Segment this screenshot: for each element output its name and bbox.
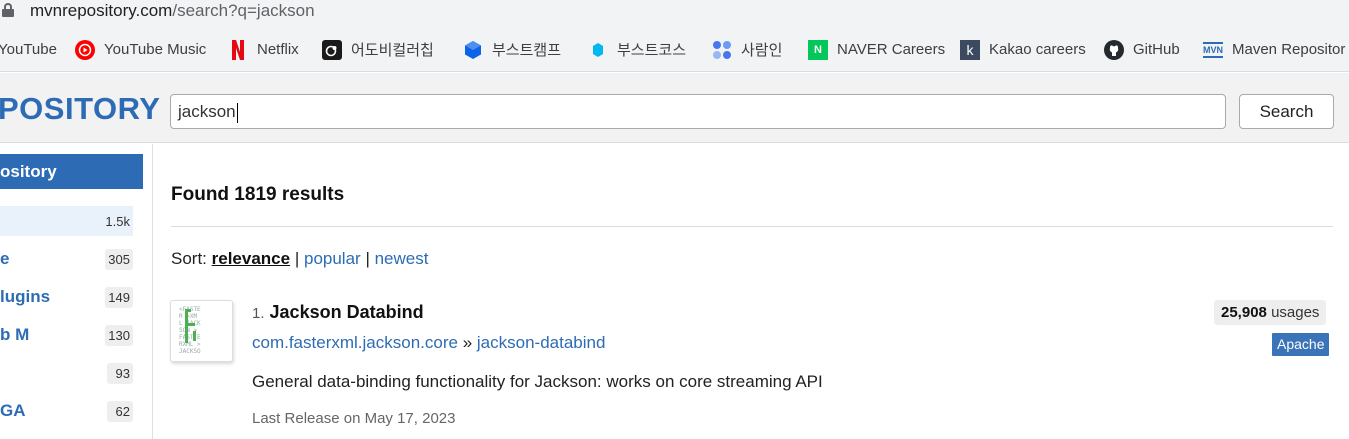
bookmark-label: 사람인	[741, 42, 783, 59]
lock-icon[interactable]	[2, 3, 14, 17]
naver-icon: N	[808, 39, 828, 60]
bookmark-naver-careers[interactable]: N NAVER Careers	[808, 27, 945, 72]
sort-label: Sort:	[171, 249, 207, 268]
sidebar-item-count: 130	[105, 325, 133, 346]
artifact-id-link[interactable]: jackson-databind	[477, 333, 606, 352]
url-text[interactable]: mvnrepository.com/search?q=jackson	[30, 0, 315, 22]
bookmark-label: GitHub	[1133, 41, 1180, 58]
sidebar-item[interactable]: GA 62	[0, 396, 133, 426]
bookmark-boostcamp[interactable]: 부스트캠프	[463, 27, 561, 72]
bookmark-label: YouTube Music	[104, 41, 207, 58]
bookmark-label: NAVER Careers	[837, 41, 946, 58]
netflix-icon	[228, 39, 248, 60]
group-id-link[interactable]: com.fasterxml.jackson.core	[252, 333, 458, 352]
kakao-icon: k	[960, 39, 980, 60]
svg-text:RXML >: RXML >	[179, 341, 201, 348]
boostcamp-icon	[463, 40, 483, 60]
coordinates-separator: »	[462, 333, 473, 352]
bookmark-boostcourse[interactable]: 부스트코스	[588, 27, 686, 72]
divider	[171, 226, 1333, 227]
sidebar-item-label: GA	[0, 401, 26, 420]
site-logo[interactable]: POSITORY	[0, 91, 160, 127]
bookmark-maven-repository[interactable]: MVN Maven Repositor	[1203, 27, 1345, 72]
sidebar-item-label: b M	[0, 325, 30, 344]
bookmark-label: Maven Repositor	[1232, 41, 1346, 58]
sidebar-item[interactable]: lugins 149	[0, 282, 133, 312]
result-title: 1. Jackson Databind	[252, 302, 424, 323]
search-input-value: jackson	[178, 102, 236, 121]
sidebar-heading[interactable]: ository	[0, 154, 143, 189]
usages-badge[interactable]: 25,908 usages	[1214, 300, 1327, 325]
search-button[interactable]: Search	[1239, 94, 1334, 129]
url-path: /search?q=jackson	[172, 1, 315, 20]
svg-text:FAST E: FAST E	[179, 334, 201, 341]
artifact-logo[interactable]: <FASTE R >XM L JACK SON > FAST E RXML > …	[170, 300, 233, 362]
bookmark-youtube[interactable]: YouTube	[0, 27, 57, 72]
result-description: General data-binding functionality for J…	[252, 372, 823, 391]
bookmark-label: 어도비컬러칩	[351, 42, 434, 59]
sort-relevance-link[interactable]: relevance	[212, 249, 290, 268]
mvn-icon: MVN	[1203, 41, 1223, 58]
sort-separator: |	[294, 249, 300, 268]
bookmark-label: Kakao careers	[989, 41, 1086, 58]
saramin-icon	[712, 40, 732, 60]
sidebar-item-count: 62	[107, 401, 133, 422]
sidebar-item-count: 93	[107, 363, 133, 384]
bookmark-saramin[interactable]: 사람인	[712, 27, 782, 72]
adobe-color-icon	[322, 39, 342, 60]
address-bar[interactable]: mvnrepository.com/search?q=jackson	[0, 0, 1349, 27]
result-release-date: Last Release on May 17, 2023	[252, 410, 456, 427]
url-host: mvnrepository.com	[30, 1, 173, 20]
bookmarks-bar: YouTube YouTube Music Netflix 어도비컬러칩 부스트…	[0, 27, 1349, 72]
bookmark-label: YouTube	[0, 41, 57, 58]
sidebar-item-label: lugins	[0, 287, 51, 306]
sort-newest-link[interactable]: newest	[375, 249, 429, 268]
sidebar-item-count: 149	[105, 287, 133, 308]
usages-count: 25,908	[1221, 304, 1267, 321]
sidebar-item-label: e	[0, 249, 10, 268]
result-coordinates: com.fasterxml.jackson.core » jackson-dat…	[252, 333, 605, 353]
sidebar-item[interactable]: b M 130	[0, 320, 133, 350]
sort-separator: |	[365, 249, 370, 268]
bookmark-label: 부스트코스	[617, 42, 687, 59]
sidebar: ository 1.5k e 305 lugins 149 b M 130 93…	[0, 144, 153, 439]
jackson-logo-icon: <FASTE R >XM L JACK SON > FAST E RXML > …	[179, 306, 201, 355]
result-name-link[interactable]: Jackson Databind	[270, 302, 424, 322]
result-index: 1.	[252, 305, 265, 322]
boostcourse-icon	[588, 40, 608, 60]
sidebar-item[interactable]: 1.5k	[0, 206, 133, 236]
bookmark-github[interactable]: GitHub	[1104, 27, 1180, 72]
results-count: Found 1819 results	[171, 184, 345, 205]
sidebar-item-count: 1.5k	[105, 214, 130, 229]
bookmark-label: Netflix	[257, 41, 299, 58]
search-input[interactable]: jackson	[170, 94, 1226, 129]
bookmark-adobe-color[interactable]: 어도비컬러칩	[322, 27, 434, 72]
site-header: POSITORY jackson Search	[0, 73, 1349, 143]
sort-popular-link[interactable]: popular	[304, 249, 361, 268]
svg-text:R >XM: R >XM	[179, 313, 197, 320]
license-badge: Apache	[1272, 333, 1330, 356]
text-caret	[236, 102, 238, 123]
sort-bar: Sort: relevance | popular | newest	[171, 249, 428, 269]
youtube-music-icon	[75, 39, 95, 60]
bookmark-netflix[interactable]: Netflix	[228, 27, 299, 72]
sidebar-item-count: 305	[105, 249, 133, 270]
svg-text:JACKSO: JACKSO	[179, 348, 201, 355]
bookmark-label: 부스트캠프	[492, 42, 562, 59]
sidebar-item[interactable]: e 305	[0, 244, 133, 274]
usages-label: usages	[1271, 304, 1320, 321]
bookmark-youtube-music[interactable]: YouTube Music	[75, 27, 206, 72]
sidebar-item[interactable]: 93	[0, 358, 133, 388]
bookmark-kakao-careers[interactable]: k Kakao careers	[960, 27, 1086, 72]
github-icon	[1104, 39, 1124, 60]
